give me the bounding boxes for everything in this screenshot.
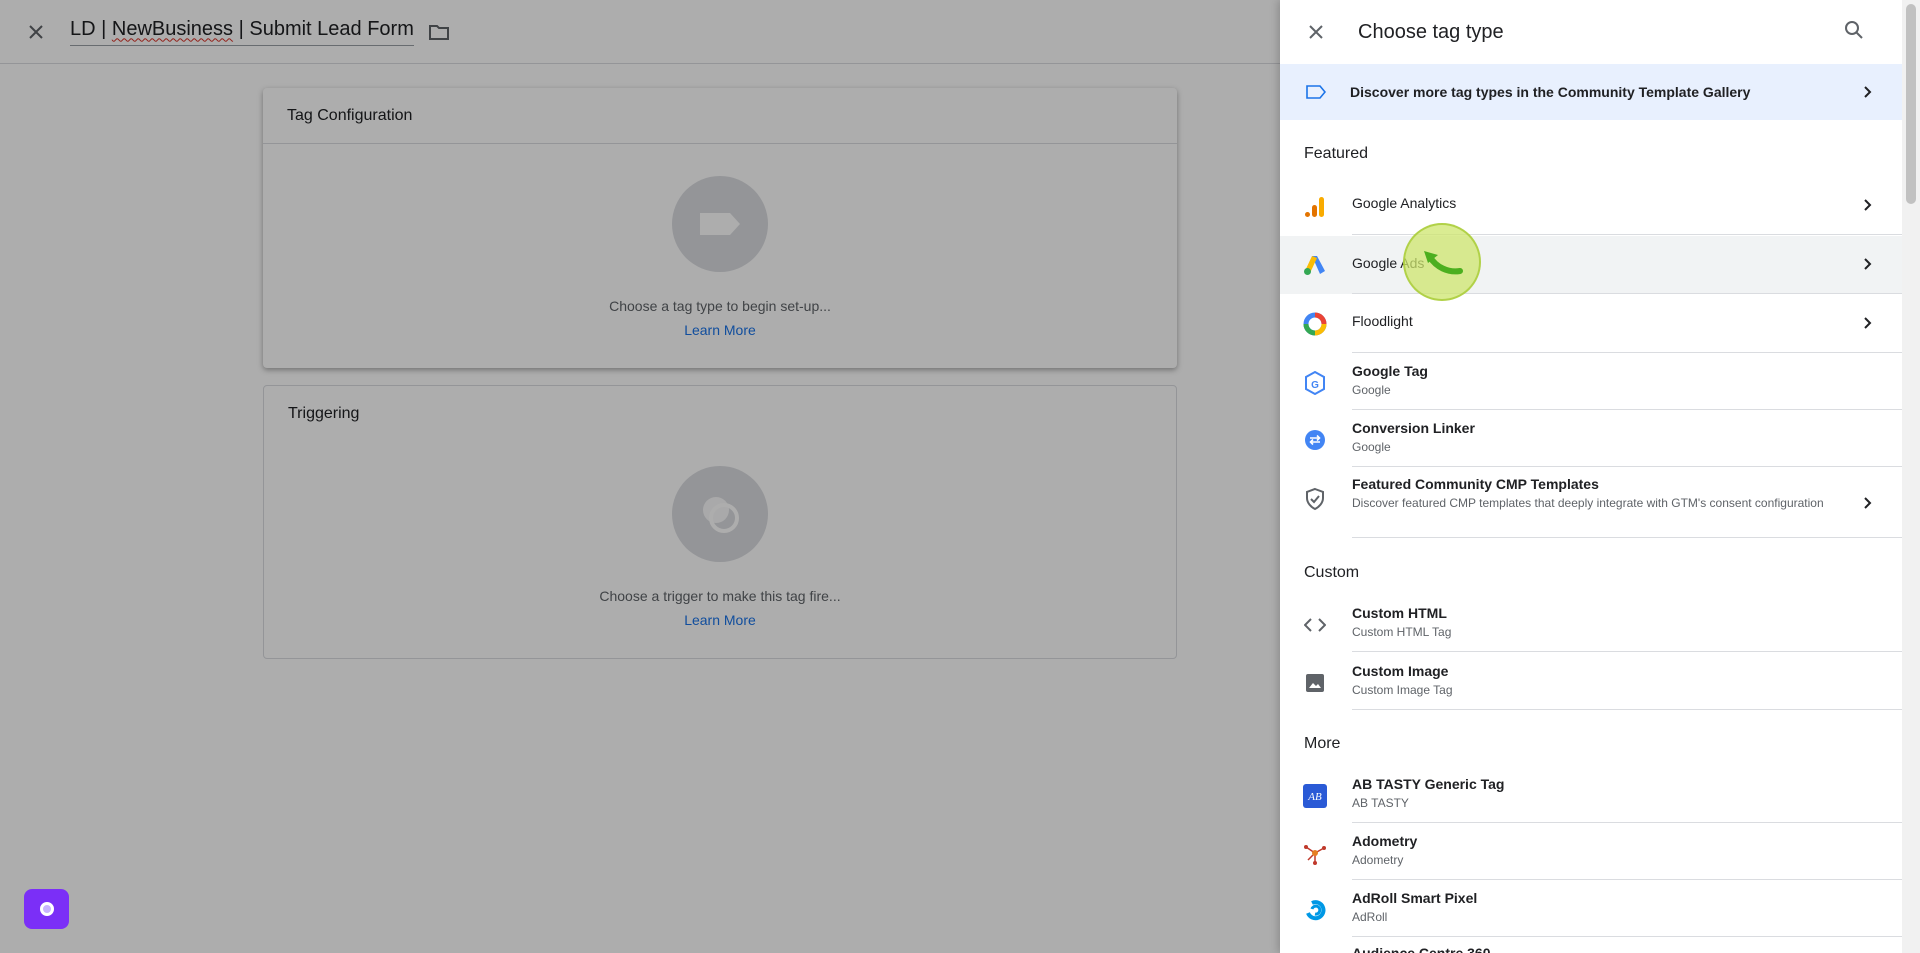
tag-type-name: Audience Centre 360 bbox=[1352, 945, 1491, 953]
modal-backdrop[interactable] bbox=[0, 0, 1280, 953]
code-icon bbox=[1302, 612, 1328, 638]
tag-type-name: Floodlight bbox=[1352, 313, 1413, 329]
tag-type-google-tag[interactable]: G Google Tag Google bbox=[1280, 354, 1902, 410]
panel-title: Choose tag type bbox=[1358, 20, 1504, 43]
tag-type-vendor: Custom Image Tag bbox=[1352, 683, 1453, 697]
chevron-right-icon bbox=[1863, 496, 1873, 510]
tag-type-custom-html[interactable]: Custom HTML Custom HTML Tag bbox=[1280, 596, 1902, 652]
chevron-right-icon bbox=[1864, 86, 1872, 98]
choose-tag-type-panel: Choose tag type Discover more tag types … bbox=[1280, 0, 1920, 953]
tag-type-custom-image[interactable]: Custom Image Custom Image Tag bbox=[1280, 654, 1902, 710]
adometry-icon bbox=[1302, 840, 1328, 866]
assistant-icon bbox=[39, 902, 54, 916]
tag-type-name: Custom HTML bbox=[1352, 605, 1447, 621]
close-panel-icon[interactable] bbox=[1308, 24, 1324, 40]
svg-text:G: G bbox=[1311, 380, 1319, 391]
floodlight-icon bbox=[1302, 311, 1328, 337]
search-icon bbox=[1845, 21, 1863, 39]
tag-type-google-analytics[interactable]: Google Analytics bbox=[1280, 177, 1902, 235]
tag-type-name: Google Analytics bbox=[1352, 195, 1457, 211]
tag-type-audience-centre-360[interactable]: Audience Centre 360 bbox=[1280, 938, 1902, 953]
tag-type-name: Conversion Linker bbox=[1352, 420, 1475, 436]
shield-check-icon bbox=[1302, 486, 1328, 512]
gallery-link-text: Discover more tag types in the Community… bbox=[1350, 84, 1751, 100]
adroll-icon bbox=[1302, 897, 1328, 923]
chevron-right-icon bbox=[1863, 257, 1873, 271]
tag-type-adroll-smart-pixel[interactable]: AdRoll Smart Pixel AdRoll bbox=[1280, 881, 1902, 937]
search-button[interactable] bbox=[1844, 20, 1864, 45]
click-indicator bbox=[1403, 223, 1481, 301]
panel-scrollbar[interactable] bbox=[1902, 0, 1920, 953]
more-section-title: More bbox=[1304, 735, 1341, 752]
google-ads-icon bbox=[1302, 252, 1328, 278]
tag-type-description: Discover featured CMP templates that dee… bbox=[1352, 496, 1824, 510]
tag-type-name: Custom Image bbox=[1352, 663, 1449, 679]
featured-section-title: Featured bbox=[1304, 145, 1369, 162]
custom-section-title: Custom bbox=[1304, 564, 1360, 581]
tag-type-vendor: Adometry bbox=[1352, 853, 1404, 867]
tag-type-vendor: Google bbox=[1352, 440, 1391, 454]
google-analytics-icon bbox=[1302, 194, 1328, 220]
tag-outline-icon bbox=[1306, 85, 1326, 99]
tag-type-vendor: Google bbox=[1352, 383, 1391, 397]
tag-type-featured-cmp-templates[interactable]: Featured Community CMP Templates Discove… bbox=[1280, 468, 1902, 538]
panel-header: Choose tag type bbox=[1280, 0, 1920, 64]
tag-type-conversion-linker[interactable]: Conversion Linker Google bbox=[1280, 411, 1902, 467]
svg-text:AB: AB bbox=[1307, 791, 1322, 803]
tag-type-vendor: Custom HTML Tag bbox=[1352, 625, 1452, 639]
tag-type-adometry[interactable]: Adometry Adometry bbox=[1280, 824, 1902, 880]
tag-type-name: Adometry bbox=[1352, 833, 1418, 849]
scrollbar-thumb[interactable] bbox=[1906, 4, 1916, 204]
tag-type-vendor: AdRoll bbox=[1352, 910, 1388, 924]
tag-type-ab-tasty[interactable]: AB AB TASTY Generic Tag AB TASTY bbox=[1280, 767, 1902, 823]
tag-type-name: AB TASTY Generic Tag bbox=[1352, 776, 1505, 792]
tag-type-floodlight[interactable]: Floodlight bbox=[1280, 295, 1902, 353]
ab-tasty-icon: AB bbox=[1302, 783, 1328, 809]
community-template-gallery-link[interactable]: Discover more tag types in the Community… bbox=[1280, 64, 1902, 120]
chevron-right-icon bbox=[1863, 316, 1873, 330]
tag-type-name: Google Tag bbox=[1352, 363, 1428, 379]
tag-type-name: Featured Community CMP Templates bbox=[1352, 476, 1599, 492]
image-icon bbox=[1302, 670, 1328, 696]
curved-arrow-icon bbox=[1424, 251, 1463, 275]
tag-type-name: AdRoll Smart Pixel bbox=[1352, 890, 1478, 906]
assistant-button[interactable] bbox=[24, 889, 69, 929]
chevron-right-icon bbox=[1863, 198, 1873, 212]
tag-type-vendor: AB TASTY bbox=[1352, 796, 1409, 810]
google-tag-icon: G bbox=[1302, 370, 1328, 396]
tag-type-google-ads[interactable]: Google Ads bbox=[1280, 236, 1902, 294]
conversion-linker-icon bbox=[1302, 427, 1328, 453]
